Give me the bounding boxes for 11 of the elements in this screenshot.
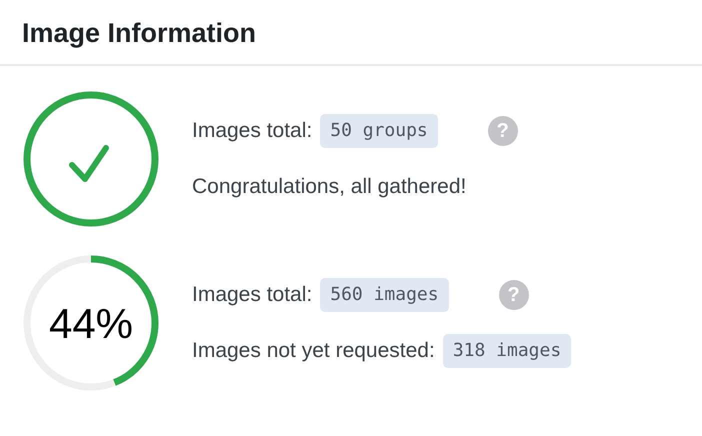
count-value: 318 images [442, 334, 572, 368]
panel-title: Image Information [22, 17, 258, 50]
count-value: 560 images [320, 278, 449, 312]
help-icon[interactable]: ? [488, 116, 518, 146]
info-label: Images total: [192, 118, 312, 144]
info-label: Images total: [192, 282, 312, 308]
percent-label: 44% [48, 298, 134, 348]
help-icon[interactable]: ? [498, 280, 529, 310]
info-label: Congratulations, all gathered! [192, 174, 466, 200]
info-label: Images not yet requested: [192, 338, 435, 364]
count-value: 50 groups [320, 114, 438, 148]
